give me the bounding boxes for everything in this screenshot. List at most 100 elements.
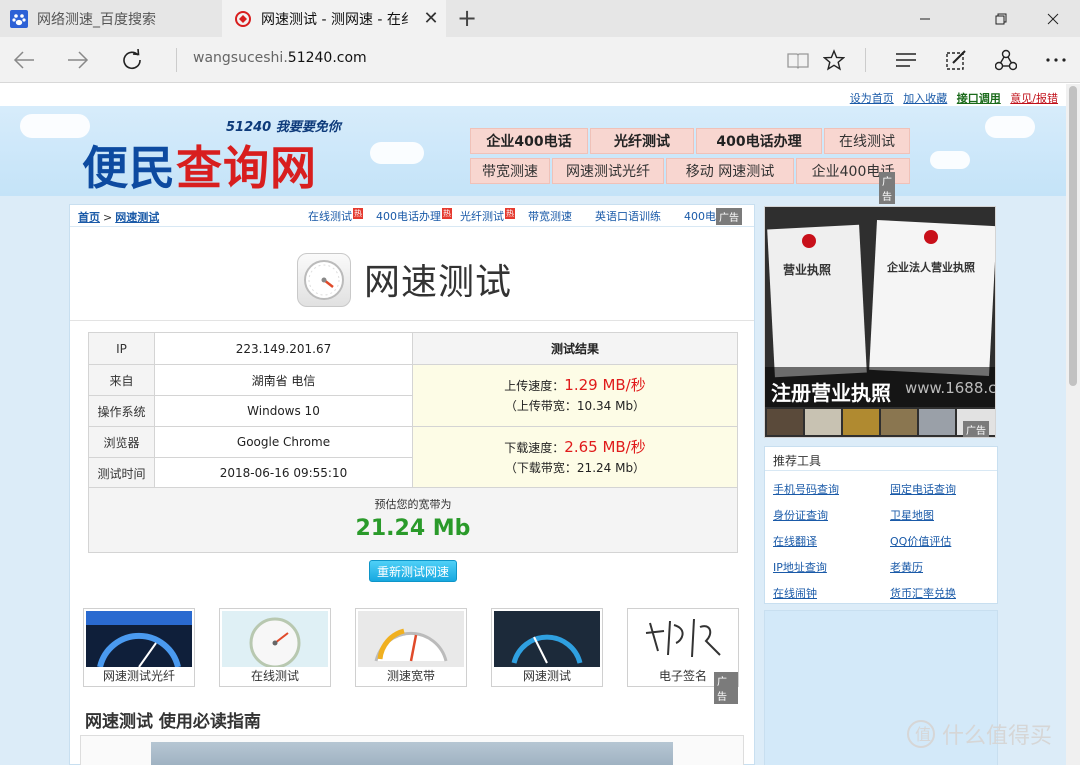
topnav-item[interactable]: 在线测试 bbox=[824, 128, 910, 154]
topnav-item[interactable]: 400电话办理 bbox=[696, 128, 822, 154]
back-button[interactable] bbox=[6, 43, 42, 77]
thumb-e-signature[interactable]: 电子签名 广告 bbox=[627, 608, 739, 704]
breadcrumb-bar: 首页 > 网速测试 在线测试热 400电话办理热 光纤测试热 带宽测速 英语口语训练… bbox=[70, 205, 754, 227]
forward-arrow-icon bbox=[68, 51, 89, 69]
logo-brand-b: 查询网 bbox=[176, 141, 317, 195]
tools-title: 推荐工具 bbox=[765, 447, 997, 471]
address-bar[interactable]: wangsuceshi.51240.com bbox=[193, 50, 367, 66]
estimate-box: 预估您的宽带为 21.24 Mb bbox=[88, 487, 738, 553]
estimate-label: 预估您的宽带为 bbox=[374, 498, 452, 511]
thumb-image bbox=[358, 611, 464, 667]
close-window-button[interactable] bbox=[1030, 0, 1076, 37]
cloud-decoration bbox=[370, 142, 424, 164]
thumb-caption: 测速宽带 bbox=[386, 669, 435, 683]
tool-link-translate[interactable]: 在线翻译 bbox=[773, 533, 817, 549]
thumb-image bbox=[222, 611, 328, 667]
sublink-online-test[interactable]: 在线测试热 bbox=[308, 208, 363, 224]
favorites-star-button[interactable] bbox=[816, 43, 852, 77]
breadcrumb: 首页 > 网速测试 bbox=[78, 209, 159, 225]
sidebar-ad-business-license[interactable]: 营业执照 企业法人营业执照 注册营业执照 www.1688.co 广告 bbox=[764, 206, 996, 438]
thumb-fiber-speedtest[interactable]: 网速测试光纤 bbox=[83, 608, 195, 687]
ad-label: 广告 bbox=[963, 421, 989, 437]
result-table: IP 223.149.201.67 测试结果 来自 湖南省 电信 上传速度：1.… bbox=[88, 332, 738, 489]
watermark-text: 什么值得买 bbox=[942, 724, 1053, 749]
upload-bandwidth: （上传带宽：10.34 Mb） bbox=[504, 399, 646, 413]
ad-caption: 注册营业执照 bbox=[771, 381, 891, 405]
page-topbar: 设为首页 加入收藏 接口调用 意见/报错 bbox=[0, 84, 1066, 106]
watermark-logo-icon: 值 bbox=[907, 720, 935, 748]
upload-result: 上传速度：1.29 MB/秒 （上传带宽：10.34 Mb） bbox=[412, 364, 738, 427]
site-logo[interactable]: 51240 我要要免你 便民查询网 bbox=[78, 114, 368, 195]
thumb-caption: 在线测试 bbox=[250, 669, 299, 683]
sublink-400-phone[interactable]: 400电话办理热 bbox=[376, 208, 452, 224]
guide-image bbox=[151, 742, 673, 765]
tool-link-satellite-map[interactable]: 卫星地图 bbox=[890, 507, 934, 523]
site-watermark: 值 什么值得买 bbox=[906, 718, 1052, 750]
page-scrollbar[interactable] bbox=[1066, 84, 1080, 765]
logo-brand-a: 便民 bbox=[82, 141, 176, 195]
time-value: 2018-06-16 09:55:10 bbox=[154, 457, 413, 489]
api-link[interactable]: 接口调用 bbox=[957, 92, 1001, 105]
web-page: 设为首页 加入收藏 接口调用 意见/报错 51240 我要要免你 便民查询网 企… bbox=[0, 84, 1066, 765]
close-icon bbox=[1047, 13, 1059, 24]
refresh-icon bbox=[123, 49, 141, 70]
more-button[interactable] bbox=[1038, 43, 1074, 77]
baidu-paw-icon bbox=[10, 9, 28, 28]
recommended-tools: 推荐工具 手机号码查询 固定电话查询 身份证查询 卫星地图 在线翻译 QQ价值评… bbox=[764, 446, 998, 604]
topnav-item[interactable]: 光纤测试 bbox=[590, 128, 694, 154]
refresh-button[interactable] bbox=[114, 43, 150, 77]
tab-title: 网速测试 - 测网速 - 在纟 bbox=[261, 11, 415, 28]
sublink-bandwidth[interactable]: 带宽测速 bbox=[528, 208, 572, 224]
topnav-item[interactable]: 企业400电话 bbox=[470, 128, 588, 154]
os-value: Windows 10 bbox=[154, 395, 413, 427]
share-icon bbox=[995, 49, 1017, 71]
tool-link-qq-value[interactable]: QQ价值评估 bbox=[890, 533, 951, 549]
add-favorite-link[interactable]: 加入收藏 bbox=[903, 92, 947, 105]
topnav-item[interactable]: 移动 网速测试 bbox=[666, 158, 794, 184]
forward-button[interactable] bbox=[60, 43, 96, 77]
speedometer-icon bbox=[297, 253, 351, 307]
topnav-item[interactable]: 网速测试光纤 bbox=[552, 158, 664, 184]
address-prefix: wangsuceshi. bbox=[193, 50, 288, 66]
topnav-item[interactable]: 带宽测速 bbox=[470, 158, 550, 184]
sublink-fiber-test[interactable]: 光纤测试热 bbox=[460, 208, 515, 224]
tool-link-id-lookup[interactable]: 身份证查询 bbox=[773, 507, 828, 523]
minimize-button[interactable] bbox=[902, 0, 948, 37]
feedback-link[interactable]: 意见/报错 bbox=[1010, 92, 1058, 105]
tab-speedtest[interactable]: 网速测试 - 测网速 - 在纟 ✕ bbox=[222, 0, 446, 37]
restore-button[interactable] bbox=[978, 0, 1024, 37]
ip-value: 223.149.201.67 bbox=[154, 332, 413, 365]
hub-button[interactable] bbox=[888, 43, 924, 77]
download-line: 下载速度：2.65 MB/秒 bbox=[413, 437, 737, 458]
tool-link-landline-lookup[interactable]: 固定电话查询 bbox=[890, 481, 956, 497]
download-speed: 2.65 MB/秒 bbox=[564, 438, 646, 456]
page-title: 网速测试 bbox=[364, 262, 513, 303]
top-links: 设为首页 加入收藏 接口调用 意见/报错 bbox=[844, 90, 1058, 106]
tool-link-phone-lookup[interactable]: 手机号码查询 bbox=[773, 481, 839, 497]
thumb-online-test[interactable]: 在线测试 bbox=[219, 608, 331, 687]
tab-baidu-search[interactable]: 网络测速_百度搜索 bbox=[0, 0, 222, 37]
tool-link-ip-lookup[interactable]: IP地址查询 bbox=[773, 559, 827, 575]
retest-button[interactable]: 重新测试网速 bbox=[369, 560, 457, 582]
share-button[interactable] bbox=[988, 43, 1024, 77]
site-icon bbox=[234, 10, 252, 28]
new-tab-button[interactable]: + bbox=[452, 5, 482, 33]
hot-badge: 热 bbox=[505, 208, 515, 219]
more-dots-icon bbox=[1046, 58, 1066, 62]
reading-view-button[interactable] bbox=[780, 43, 816, 77]
tool-link-currency[interactable]: 货币汇率兑换 bbox=[890, 585, 956, 601]
tool-link-alarm[interactable]: 在线闹钟 bbox=[773, 585, 817, 601]
from-label: 来自 bbox=[88, 364, 155, 396]
close-tab-icon[interactable]: ✕ bbox=[416, 8, 446, 29]
tool-link-almanac[interactable]: 老黄历 bbox=[890, 559, 923, 575]
set-homepage-link[interactable]: 设为首页 bbox=[850, 92, 894, 105]
scrollbar-thumb[interactable] bbox=[1069, 86, 1077, 386]
thumb-speedtest[interactable]: 网速测试 bbox=[491, 608, 603, 687]
thumb-bandwidth[interactable]: 测速宽带 bbox=[355, 608, 467, 687]
reading-view-icon bbox=[787, 53, 809, 69]
sublink-english[interactable]: 英语口语训练 bbox=[595, 208, 661, 224]
web-note-button[interactable] bbox=[938, 43, 974, 77]
breadcrumb-current[interactable]: 网速测试 bbox=[115, 211, 159, 224]
breadcrumb-home[interactable]: 首页 bbox=[78, 211, 100, 224]
cloud-decoration bbox=[930, 151, 970, 169]
